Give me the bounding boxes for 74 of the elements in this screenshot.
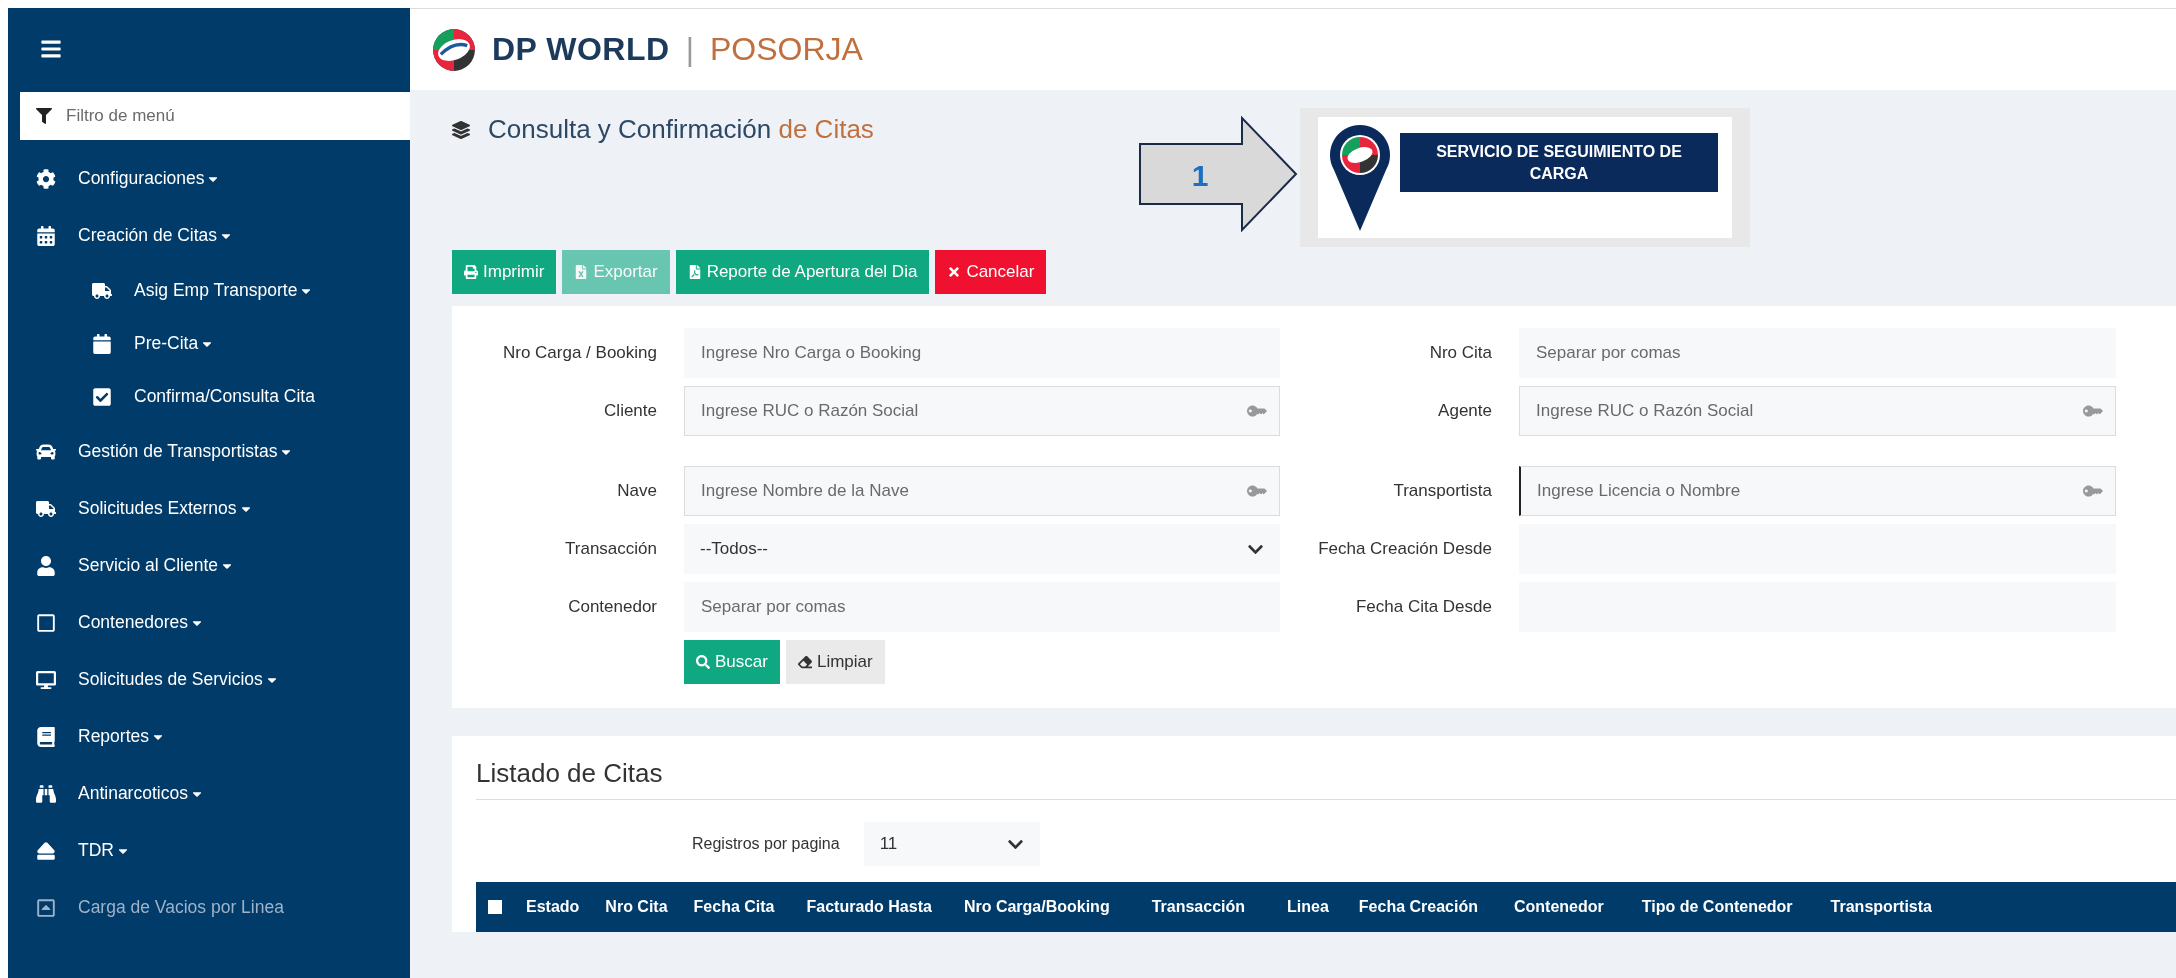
- map-pin-icon: [1328, 122, 1392, 233]
- triangle-icon: [36, 840, 56, 861]
- user-icon: [36, 555, 56, 576]
- field-label: Nro Cita: [1428, 342, 1492, 365]
- menu-item[interactable]: Asig Emp Transporte: [8, 264, 410, 317]
- field-label: Agente: [1437, 400, 1492, 423]
- calendar-icon: [92, 333, 112, 354]
- menu-item[interactable]: Creación de Citas: [8, 207, 410, 264]
- stack-icon: [452, 120, 470, 139]
- column-header[interactable]: Transacción: [1151, 898, 1246, 916]
- truck-icon: [92, 280, 112, 301]
- checkbox-icon: [92, 386, 112, 407]
- menu-item[interactable]: Confirma/Consulta Cita: [8, 370, 410, 423]
- menu-item[interactable]: Reportes: [8, 708, 410, 765]
- menu-icon[interactable]: [40, 38, 62, 60]
- callout-arrow: 1: [1138, 116, 1300, 232]
- separator: |: [685, 31, 694, 68]
- close-icon: [947, 265, 962, 279]
- input-field[interactable]: Ingrese RUC o Razón Social: [1519, 386, 2116, 436]
- column-header[interactable]: Nro Cita: [605, 898, 668, 916]
- print-icon: [464, 265, 478, 279]
- section-title: Listado de Citas: [476, 758, 664, 789]
- menu-item[interactable]: Solicitudes de Servicios: [8, 651, 410, 708]
- input-field[interactable]: Ingrese Licencia o Nombre: [1519, 466, 2116, 516]
- field-label: Transportista: [1392, 480, 1492, 503]
- column-header[interactable]: Fecha Creación: [1358, 898, 1478, 916]
- menu-item[interactable]: Contenedores: [8, 594, 410, 651]
- column-header[interactable]: Transportista: [1830, 898, 1932, 916]
- column-header[interactable]: Estado: [526, 898, 580, 916]
- field-label: Fecha Cita Desde: [1354, 596, 1492, 619]
- field-label: Contenedor: [567, 596, 657, 619]
- truck-icon: [36, 498, 56, 519]
- column-header[interactable]: Linea: [1287, 898, 1329, 916]
- menu-item[interactable]: Gestión de Transportistas: [8, 423, 410, 480]
- pdf-icon: [687, 265, 702, 279]
- column-header[interactable]: Facturado Hasta: [806, 898, 932, 916]
- brand-name: DP WORLD: [492, 31, 670, 68]
- column-header[interactable]: Contenedor: [1514, 898, 1604, 916]
- service-banner: SERVICIO DE SEGUIMIENTO DE CARGA: [1400, 132, 1718, 193]
- menu-filter-field[interactable]: Filtro de menú: [20, 92, 410, 140]
- menu-item[interactable]: Solicitudes Externos: [8, 480, 410, 537]
- page-size-label: Registros por pagina: [692, 835, 840, 853]
- menu-item[interactable]: Configuraciones: [8, 150, 410, 207]
- book-icon: [36, 726, 56, 747]
- select-field[interactable]: --Todos--: [684, 524, 1280, 574]
- field-label: Nro Carga / Booking: [501, 342, 657, 365]
- field-label: Transacción: [564, 538, 657, 561]
- eraser-icon: [797, 655, 812, 669]
- column-header[interactable]: Fecha Cita: [693, 898, 775, 916]
- field-label: Fecha Creación Desde: [1317, 538, 1492, 561]
- menu-item[interactable]: Servicio al Cliente: [8, 537, 410, 594]
- page-title: Consulta y Confirmación de Citas: [488, 114, 874, 145]
- input-field[interactable]: Ingrese RUC o Razón Social: [684, 386, 1280, 436]
- binoculars-icon: [36, 783, 56, 804]
- document-icon: [574, 265, 589, 279]
- input-field[interactable]: Ingrese Nombre de la Nave: [684, 466, 1280, 516]
- menu-item[interactable]: Antinarcoticos: [8, 765, 410, 822]
- toolbar-button[interactable]: Cancelar: [935, 250, 1047, 294]
- logo-icon: [432, 27, 476, 72]
- column-header[interactable]: Tipo de Contenedor: [1641, 898, 1793, 916]
- field-label: Nave: [616, 480, 657, 503]
- settings-icon: [36, 168, 56, 189]
- field-label: Cliente: [603, 400, 657, 423]
- site-name: POSORJA: [709, 31, 863, 68]
- select-all-checkbox[interactable]: [488, 900, 502, 914]
- upload-box-icon: [36, 897, 56, 918]
- menu-item[interactable]: TDR: [8, 822, 410, 879]
- page-size-select[interactable]: 11: [863, 822, 1040, 866]
- menu-item[interactable]: Pre-Cita: [8, 317, 410, 370]
- column-header[interactable]: Nro Carga/Booking: [963, 898, 1110, 916]
- monitor-icon: [36, 669, 56, 690]
- filter-icon: [36, 108, 52, 124]
- calendar-icon: [36, 225, 56, 246]
- clear-button[interactable]: Limpiar: [785, 640, 885, 684]
